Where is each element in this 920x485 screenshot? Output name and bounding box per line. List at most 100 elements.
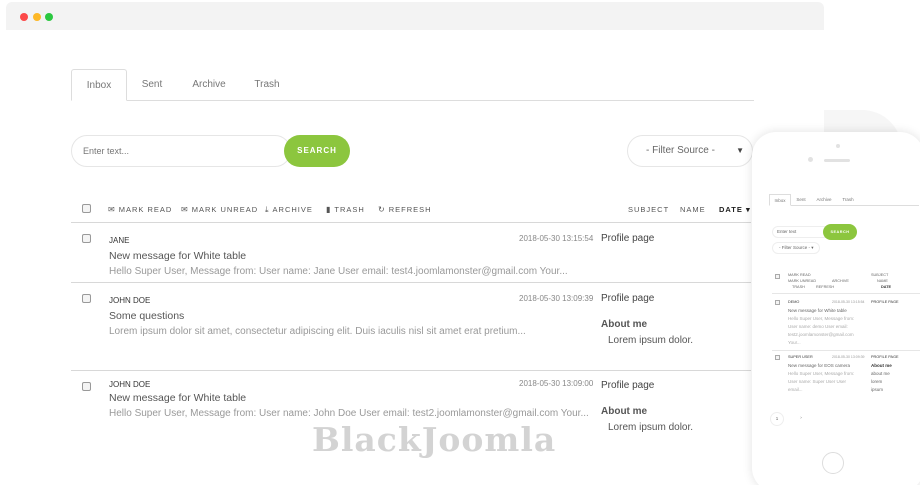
- phone-sensor: [836, 144, 840, 148]
- message-subject[interactable]: Some questions: [109, 310, 184, 322]
- mobile-tab-archive[interactable]: Archive: [813, 194, 835, 206]
- trash-button[interactable]: ▮ TRASH: [326, 205, 365, 214]
- message-field-subject: Profile page: [601, 380, 655, 391]
- message-preview: Hello Super User, Message from: User nam…: [109, 408, 589, 419]
- envelope-icon: ✉: [181, 205, 189, 214]
- mobile-message-preview: email...: [788, 387, 803, 392]
- message-field-subject: Profile page: [601, 293, 655, 304]
- sort-date-label: DATE: [719, 205, 743, 214]
- mobile-next-page[interactable]: ›: [794, 412, 808, 426]
- mobile-preview: Inbox Sent Archive Trash Enter text SEAR…: [752, 132, 920, 485]
- search-input[interactable]: [71, 135, 291, 167]
- mobile-message-field: ipsum: [871, 387, 884, 392]
- mobile-message-checkbox[interactable]: [775, 300, 780, 305]
- caret-down-icon: ▼: [736, 146, 744, 155]
- message-preview: Lorem ipsum dolor sit amet, consectetur …: [109, 326, 526, 337]
- mobile-divider: [772, 350, 920, 351]
- message-field-subject: Profile page: [601, 233, 655, 244]
- mobile-refresh[interactable]: REFRESH: [816, 285, 834, 289]
- tab-sent[interactable]: Sent: [129, 69, 175, 101]
- mailbox-tabs: Inbox Sent Archive Trash: [71, 69, 754, 101]
- mark-unread-label: MARK UNREAD: [191, 205, 259, 214]
- envelope-open-icon: ✉: [108, 205, 116, 214]
- message-date: 2018-05-30 13:09:00: [519, 379, 594, 388]
- trash-icon: ▮: [326, 205, 332, 214]
- archive-label: ARCHIVE: [272, 205, 313, 214]
- mobile-trash[interactable]: TRASH: [792, 285, 805, 289]
- mobile-message-preview: test2.joomlamonster@gmail.com: [788, 332, 854, 337]
- mobile-mark-read[interactable]: MARK READ: [788, 273, 811, 277]
- sort-subject[interactable]: SUBJECT: [628, 205, 669, 214]
- mark-unread-button[interactable]: ✉ MARK UNREAD: [181, 205, 258, 214]
- phone-home-button: [822, 452, 844, 474]
- message-row[interactable]: JOHN DOE 2018-05-30 13:09:39 Some questi…: [71, 283, 751, 371]
- mobile-message-preview: Your...: [788, 340, 801, 345]
- search-button[interactable]: SEARCH: [284, 135, 350, 167]
- mobile-message-date: 2018-05-30 13:09:39: [832, 355, 865, 359]
- mark-read-button[interactable]: ✉ MARK READ: [108, 205, 172, 214]
- watermark-logo: BlackJoomla: [312, 420, 557, 459]
- mobile-message-preview: Hello Super User, Message from:: [788, 371, 855, 376]
- mobile-message-subject[interactable]: New message for White table: [788, 308, 847, 313]
- message-checkbox[interactable]: [82, 234, 91, 243]
- tab-inbox[interactable]: Inbox: [71, 69, 127, 101]
- tab-archive[interactable]: Archive: [181, 69, 237, 101]
- filter-source-select[interactable]: - Filter Source - ▼: [627, 135, 753, 167]
- refresh-icon: ↻: [378, 205, 386, 214]
- refresh-button[interactable]: ↻ REFRESH: [378, 205, 432, 214]
- mark-read-label: MARK READ: [118, 205, 173, 214]
- mobile-tab-inbox[interactable]: Inbox: [769, 194, 791, 206]
- filter-source-value: - Filter Source -: [646, 145, 715, 156]
- sort-name[interactable]: NAME: [680, 205, 706, 214]
- window-titlebar: [6, 2, 824, 30]
- mobile-message-preview: User name: demo User email:: [788, 324, 848, 329]
- tab-trash[interactable]: Trash: [243, 69, 291, 101]
- mobile-tab-trash[interactable]: Trash: [839, 194, 857, 206]
- message-field-about-text: Lorem ipsum dolor.: [608, 422, 694, 433]
- maximize-window-button[interactable]: [45, 13, 53, 21]
- mobile-message-preview: Hello Super User, Message from:: [788, 316, 855, 321]
- message-field-about-text: Lorem ipsum dolor.: [608, 335, 694, 346]
- message-sender: JOHN DOE: [109, 296, 151, 305]
- mobile-message-date: 2018-05-30 13:15:54: [832, 300, 865, 304]
- mobile-sort-subject[interactable]: SUBJECT: [871, 273, 888, 277]
- sort-date[interactable]: DATE ▾: [719, 205, 751, 214]
- message-checkbox[interactable]: [82, 382, 91, 391]
- message-subject[interactable]: New message for White table: [109, 250, 246, 262]
- select-all-checkbox[interactable]: [82, 204, 91, 213]
- minimize-window-button[interactable]: [33, 13, 41, 21]
- mobile-search-button[interactable]: SEARCH: [823, 224, 857, 240]
- download-icon: ⤓: [265, 205, 270, 214]
- mobile-message-field: PROFILE PAGE: [871, 300, 899, 304]
- mobile-select-all-checkbox[interactable]: [775, 274, 780, 279]
- mobile-filter-value: - Filter Source -: [779, 245, 811, 250]
- mobile-message-field: lorem: [871, 379, 883, 384]
- mobile-search-input[interactable]: Enter text: [772, 226, 830, 238]
- caret-down-icon: ▾: [745, 205, 751, 214]
- message-checkbox[interactable]: [82, 294, 91, 303]
- mobile-message-checkbox[interactable]: [775, 355, 780, 360]
- message-row[interactable]: JANE 2018-05-30 13:15:54 New message for…: [71, 223, 751, 283]
- phone-camera: [808, 157, 813, 162]
- message-field-about-title: About me: [601, 406, 648, 417]
- mobile-mark-unread[interactable]: MARK UNREAD: [788, 279, 816, 283]
- mobile-page-1[interactable]: 1: [770, 412, 784, 426]
- message-toolbar: ✉ MARK READ ✉ MARK UNREAD ⤓ ARCHIVE ▮ TRASH …: [71, 199, 751, 223]
- message-sender: JOHN DOE: [109, 380, 151, 389]
- message-sender: JANE: [109, 236, 130, 245]
- mobile-tab-sent[interactable]: Sent: [793, 194, 809, 206]
- close-window-button[interactable]: [20, 13, 28, 21]
- mobile-message-field: about me: [871, 371, 890, 376]
- archive-button[interactable]: ⤓ ARCHIVE: [265, 205, 313, 215]
- mobile-sort-date[interactable]: DATE: [881, 285, 891, 289]
- mobile-archive[interactable]: ARCHIVE: [832, 279, 849, 283]
- mobile-message-subject[interactable]: New message for EOS camera: [788, 363, 850, 368]
- mobile-filter-select[interactable]: - Filter Source - ▾: [772, 242, 820, 254]
- mobile-message-preview: User name: Super User User: [788, 379, 847, 384]
- mobile-sort-name[interactable]: NAME: [877, 279, 888, 283]
- message-preview: Hello Super User, Message from: User nam…: [109, 266, 568, 277]
- message-field-about-title: About me: [601, 319, 648, 330]
- mobile-message-field: PROFILE PAGE: [871, 355, 899, 359]
- message-subject[interactable]: New message for White table: [109, 392, 246, 404]
- mobile-message-field: About me: [871, 363, 892, 368]
